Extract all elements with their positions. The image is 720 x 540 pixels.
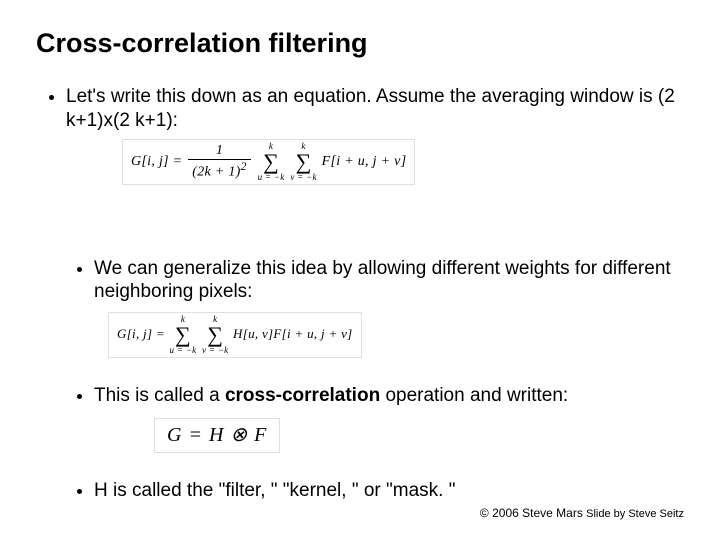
bullet-text-3-post: operation and written: [380,385,568,406]
bullet-item-1: Let's write this down as an equation. As… [66,85,684,503]
eq1-sum1: k ∑ u = −k [258,142,285,182]
bullet-item-3: This is called a cross-correlation opera… [94,384,684,453]
eq1-fraction: 1 (2k + 1)2 [188,142,251,182]
eq2-sum2: k ∑ v = −k [202,315,228,355]
eq1-sum2: k ∑ v = −k [290,142,316,182]
equation-3: G = H ⊗ F [154,418,280,453]
bullet-text-2: We can generalize this idea by allowing … [94,258,671,303]
eq2-sum1: k ∑ u = −k [170,315,197,355]
slide-title: Cross-correlation filtering [36,28,684,59]
bullet-list: Let's write this down as an equation. As… [36,85,684,503]
slide: Cross-correlation filtering Let's write … [0,0,720,540]
footer-copyright: © 2006 Steve Mars [480,506,583,520]
footer: © 2006 Steve Mars Slide by Steve Seitz [480,506,684,522]
bullet-item-4: H is called the "filter, " "kernel, " or… [94,479,684,503]
eq1-lhs: G[i, j] = [131,154,182,169]
footer-credit: Slide by Steve Seitz [586,508,684,520]
bullet-text-4: H is called the "filter, " "kernel, " or… [94,480,455,501]
bullet-sublist: We can generalize this idea by allowing … [66,257,684,503]
bullet-text-3-pre: This is called a [94,385,225,406]
eq1-frac-num: 1 [188,142,251,161]
eq1-frac-den: (2k + 1)2 [188,160,251,181]
eq2-rhs: H[u, v]F[i + u, j + v] [233,326,352,341]
equation-1: G[i, j] = 1 (2k + 1)2 k ∑ u = −k k ∑ v =… [122,139,415,185]
equation-1-wrap: G[i, j] = 1 (2k + 1)2 k ∑ u = −k k ∑ v =… [122,139,684,185]
equation-2: G[i, j] = k ∑ u = −k k ∑ v = −k [108,312,362,358]
eq1-rhs: F[i + u, j + v] [322,154,407,169]
bullet-item-2: We can generalize this idea by allowing … [94,257,684,359]
equation-3-wrap: G = H ⊗ F [154,418,684,453]
bullet-text-3-bold: cross-correlation [225,385,380,406]
bullet-text-1: Let's write this down as an equation. As… [66,86,675,131]
equation-2-wrap: G[i, j] = k ∑ u = −k k ∑ v = −k [108,312,684,358]
eq2-lhs: G[i, j] = [117,326,165,341]
